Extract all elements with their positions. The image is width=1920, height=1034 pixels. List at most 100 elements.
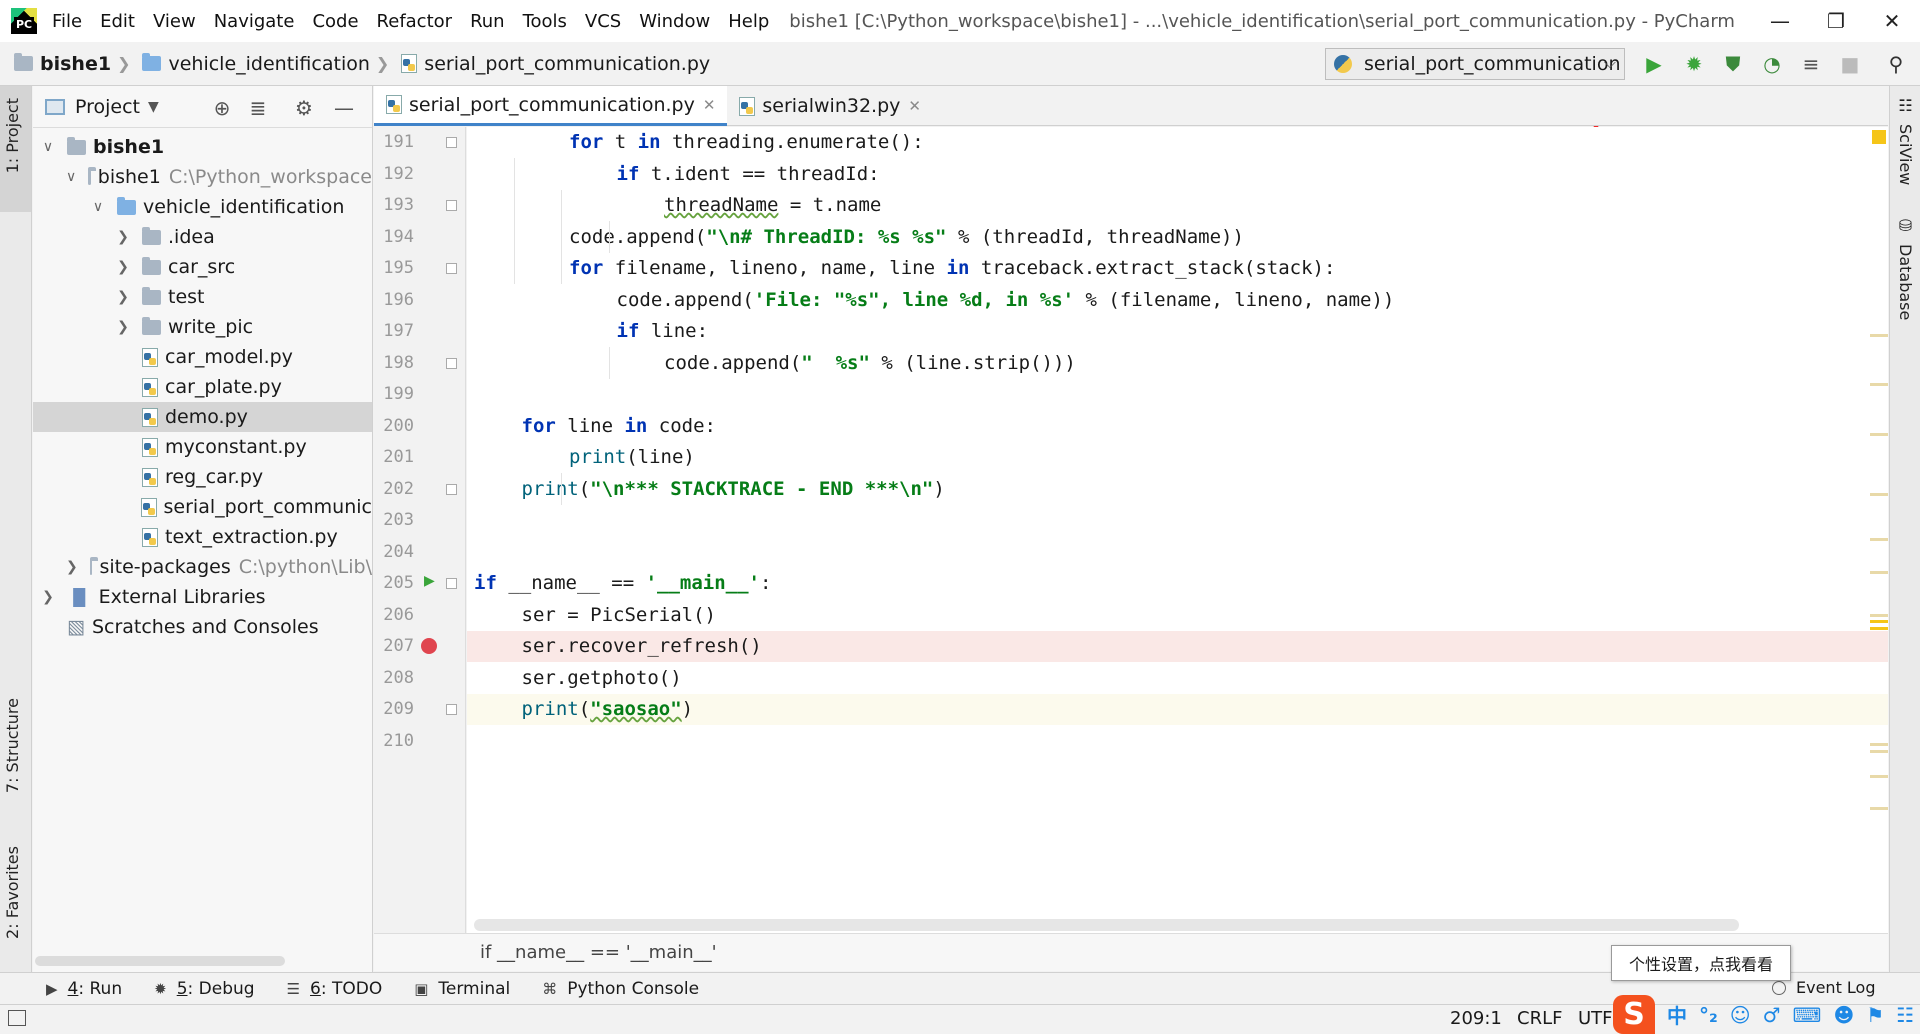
tool-tab-sciview[interactable]: SciView (1896, 124, 1915, 185)
tree-item[interactable]: ❯ ▐▌ External Libraries (33, 582, 372, 612)
build-icon[interactable]: ≡ (1797, 50, 1825, 78)
chevron-down-icon[interactable]: ▼ (148, 99, 159, 115)
chevron-right-icon[interactable]: ❯ (116, 259, 130, 275)
code-line[interactable]: code.append('File: "%s", line %d, in %s'… (467, 285, 1888, 316)
hide-panel-icon[interactable]: — (331, 95, 357, 121)
menu-edit[interactable]: Edit (100, 11, 135, 32)
tree-item[interactable]: ❯car_plate.py (33, 372, 372, 402)
tree-item[interactable]: ❯ test (33, 282, 372, 312)
error-stripe-mark[interactable] (1870, 538, 1888, 541)
line-number[interactable]: 201 (374, 442, 414, 473)
code-line[interactable]: print(line) (467, 442, 1888, 473)
chevron-down-icon[interactable]: ∨ (91, 199, 105, 215)
tree-item[interactable]: ❯text_extraction.py (33, 522, 372, 552)
chevron-right-icon[interactable]: ❯ (66, 559, 78, 575)
code-line[interactable]: code.append(" %s" % (line.strip())) (467, 348, 1888, 379)
collapse-all-icon[interactable]: ≣ (245, 95, 271, 121)
search-icon[interactable]: ⚲ (1882, 50, 1910, 78)
code-line[interactable]: ser.getphoto() (467, 663, 1888, 694)
minimize-icon[interactable]: — (1752, 0, 1808, 42)
error-stripe-mark[interactable] (1870, 571, 1888, 574)
line-number[interactable]: 199 (374, 379, 414, 410)
tree-item[interactable]: ❯myconstant.py (33, 432, 372, 462)
tree-item[interactable]: ❯▧Scratches and Consoles (33, 612, 372, 642)
code-line[interactable]: ser = PicSerial() (467, 600, 1888, 631)
run-gutter-icon[interactable]: ▶ (424, 573, 435, 589)
locate-file-icon[interactable]: ⊕ (209, 95, 235, 121)
run-configuration-select[interactable]: serial_port_communication ⌵ (1325, 48, 1625, 80)
tree-item[interactable]: ❯ write_pic (33, 312, 372, 342)
error-stripe-mark[interactable] (1870, 743, 1888, 746)
line-number[interactable]: 202 (374, 474, 414, 505)
ime-tooltip[interactable]: 个性设置，点我看看 (1611, 945, 1791, 981)
code-editor[interactable]: for t in threading.enumerate(): if t.iden… (467, 127, 1888, 933)
error-stripe-mark[interactable] (1870, 433, 1888, 436)
tab-serial-port-communication[interactable]: serial_port_communication.py ✕ (374, 86, 728, 126)
menu-vcs[interactable]: VCS (585, 11, 621, 32)
chevron-right-icon[interactable]: ❯ (41, 589, 55, 605)
line-number[interactable]: 192 (374, 159, 414, 190)
close-icon[interactable]: ✕ (1864, 0, 1920, 42)
line-number[interactable]: 194 (374, 222, 414, 253)
menu-navigate[interactable]: Navigate (214, 11, 295, 32)
tool-tab-project[interactable]: 1: Project (3, 98, 22, 173)
error-stripe-mark[interactable] (1870, 807, 1888, 810)
close-icon[interactable]: ✕ (908, 97, 921, 115)
tree-item[interactable]: ❯ site-packages C:\python\Lib\ (33, 552, 372, 582)
error-stripe-mark[interactable] (1870, 614, 1888, 617)
tool-window-run[interactable]: ▶ 4: Run (46, 979, 122, 999)
keyboard-icon[interactable]: ⌨ (1793, 1003, 1822, 1027)
tree-item[interactable]: ∨ bishe1 C:\Python_workspace (33, 162, 372, 192)
chevron-right-icon[interactable]: ❯ (116, 289, 130, 305)
code-line[interactable]: if __name__ == '__main__': (467, 568, 1888, 599)
tool-window-debug[interactable]: ✹ 5: Debug (154, 979, 254, 999)
horizontal-scrollbar[interactable] (35, 956, 285, 966)
toggle-tool-windows-icon[interactable] (8, 1010, 26, 1026)
caret-position[interactable]: 209:1 (1450, 1008, 1502, 1029)
code-line[interactable]: if line: (467, 316, 1888, 347)
error-stripe-mark[interactable] (1870, 750, 1888, 753)
chevron-right-icon[interactable]: ❯ (116, 229, 130, 245)
line-number[interactable]: 204 (374, 537, 414, 568)
code-line[interactable] (467, 537, 1888, 568)
code-line[interactable] (467, 726, 1888, 757)
line-number[interactable]: 205 (374, 568, 414, 599)
code-line[interactable] (467, 505, 1888, 536)
tool-window-terminal[interactable]: ▣ Terminal (414, 979, 510, 999)
line-separator[interactable]: CRLF (1517, 1008, 1562, 1029)
code-line[interactable]: ser.recover_refresh() (467, 631, 1888, 662)
menu-run[interactable]: Run (470, 11, 505, 32)
line-number[interactable]: 203 (374, 505, 414, 536)
code-line[interactable]: print("\n*** STACKTRACE - END ***\n") (467, 474, 1888, 505)
breakpoint-icon[interactable] (421, 638, 437, 654)
menu-view[interactable]: View (153, 11, 196, 32)
tree-item[interactable]: ∨ bishe1 (33, 132, 372, 162)
code-line[interactable]: for line in code: (467, 411, 1888, 442)
menu-code[interactable]: Code (312, 11, 358, 32)
chevron-right-icon[interactable]: ❯ (116, 319, 130, 335)
close-icon[interactable]: ✕ (703, 96, 716, 114)
fold-marker-icon[interactable] (446, 483, 457, 495)
error-stripe-mark[interactable] (1870, 620, 1888, 623)
tree-item[interactable]: ❯demo.py (33, 402, 372, 432)
line-number[interactable]: 196 (374, 285, 414, 316)
error-stripe-mark[interactable] (1870, 334, 1888, 337)
fold-marker-icon[interactable] (446, 578, 457, 589)
user-icon[interactable]: ☻ (1833, 1003, 1854, 1027)
toolbox-icon[interactable]: ☷ (1896, 1003, 1914, 1027)
line-number[interactable]: 197 (374, 316, 414, 347)
line-number[interactable]: 207 (374, 631, 414, 662)
code-line[interactable] (467, 379, 1888, 410)
line-number[interactable]: 210 (374, 726, 414, 757)
editor-gutter[interactable]: 191 192 193 194 195 196 197 198 199 200 201 202 203 2… (374, 127, 466, 933)
emoji-icon[interactable]: ☺ (1730, 1003, 1751, 1027)
tree-item[interactable]: ❯ car_src (33, 252, 372, 282)
menu-file[interactable]: File (52, 11, 82, 32)
inspection-status-icon[interactable] (1872, 130, 1886, 144)
fold-marker-icon[interactable] (446, 263, 457, 274)
run-icon[interactable]: ▶ (1640, 50, 1668, 78)
error-stripe-mark[interactable] (1870, 383, 1888, 386)
tree-item[interactable]: ❯serial_port_communic (33, 492, 372, 522)
editor-horizontal-scrollbar[interactable] (474, 919, 1739, 931)
coverage-icon[interactable]: ⛊ (1719, 50, 1747, 78)
